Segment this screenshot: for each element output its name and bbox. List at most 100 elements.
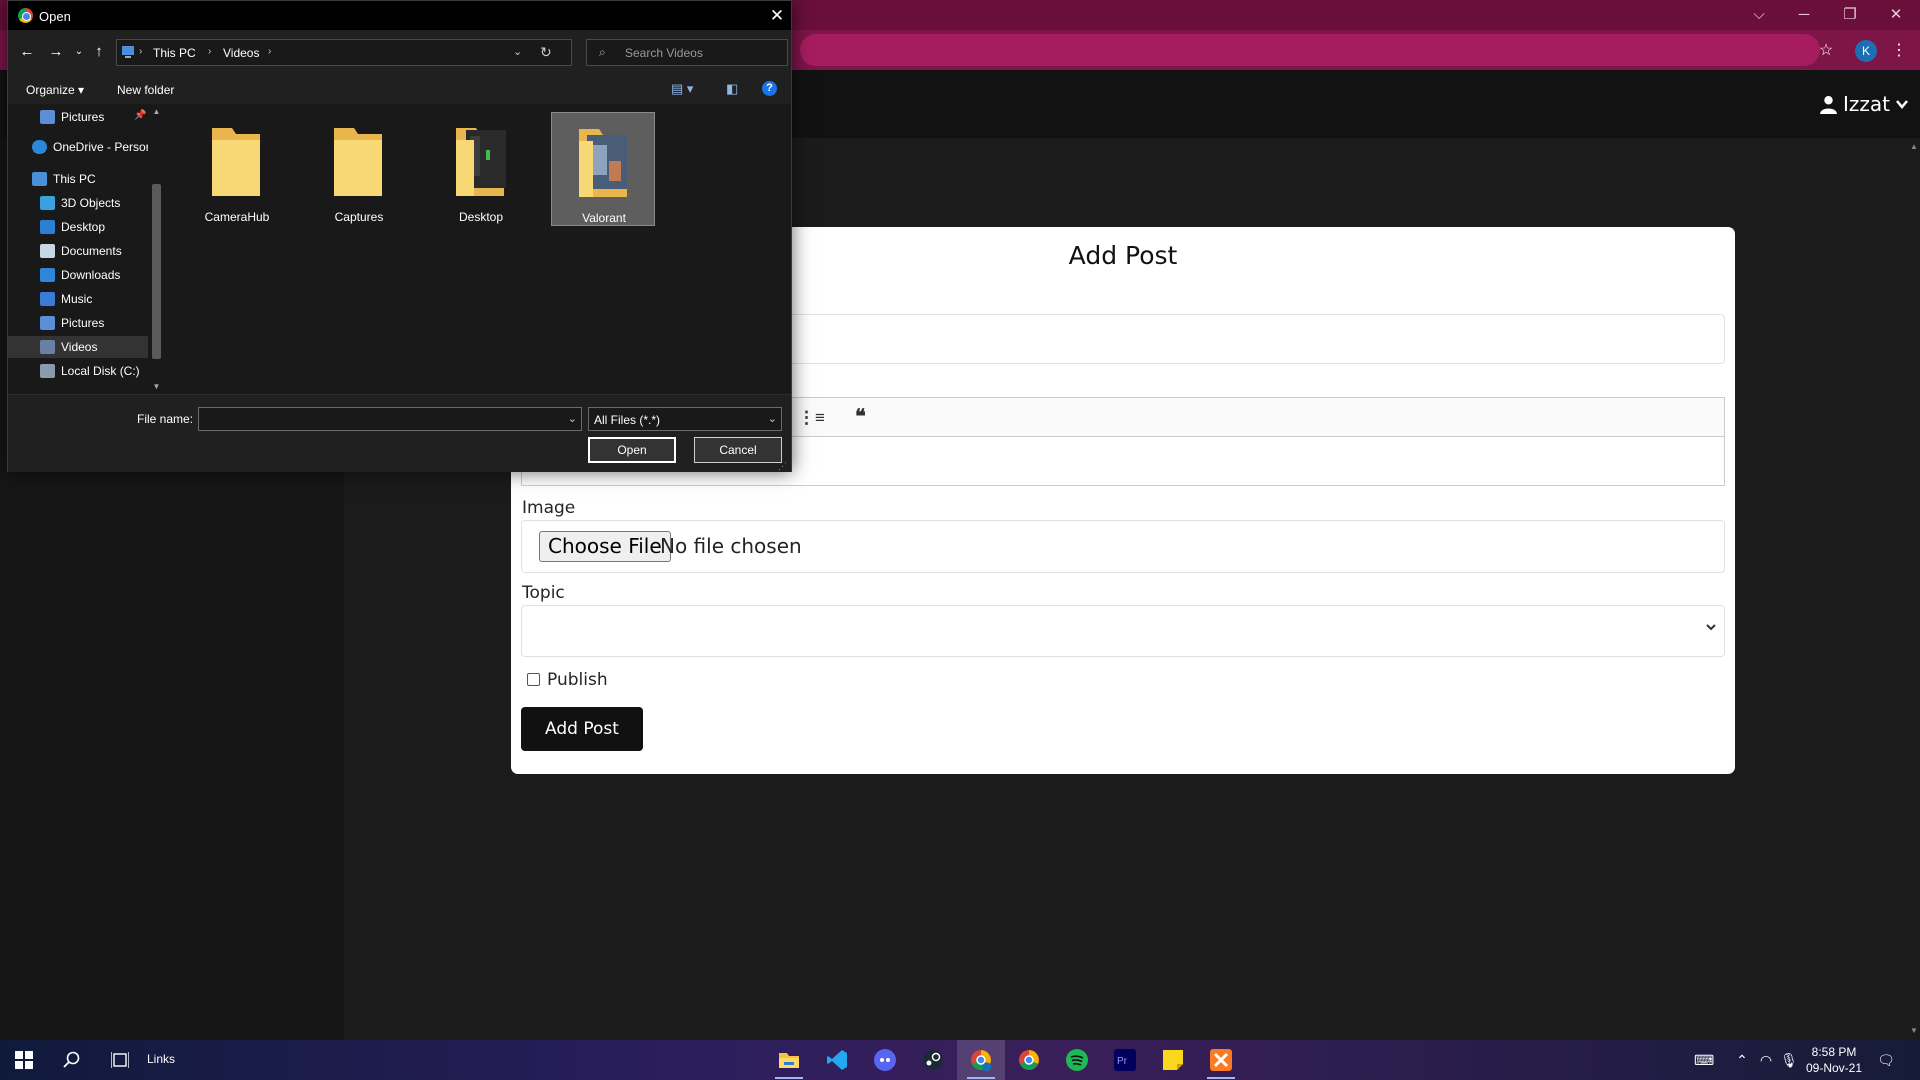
taskbar-discord[interactable] [861, 1040, 909, 1080]
taskbar-file-explorer[interactable] [765, 1040, 813, 1080]
microphone-icon[interactable]: 🎙 [1779, 1050, 1799, 1070]
chevron-down-icon[interactable]: ⌄ [568, 412, 577, 425]
restore-button[interactable]: ❐ [1828, 3, 1872, 27]
topic-select[interactable] [521, 605, 1725, 657]
nav-item-label: Pictures [61, 316, 105, 330]
sticky-notes-icon [1163, 1050, 1183, 1070]
help-icon[interactable]: ? [762, 81, 777, 96]
close-icon[interactable]: ✕ [766, 5, 788, 27]
nav-item-pictures[interactable]: Pictures [8, 312, 148, 334]
nav-item-documents[interactable]: Documents [8, 240, 148, 262]
scroll-down-icon[interactable]: ▼ [1909, 1026, 1919, 1036]
nav-item-label: Downloads [61, 268, 121, 282]
nav-item-videos[interactable]: Videos [8, 336, 148, 358]
new-folder-button[interactable]: New folder [117, 83, 174, 97]
breadcrumb-this-pc[interactable]: This PC [153, 46, 196, 60]
preview-pane-icon[interactable]: ◧ [726, 81, 738, 97]
nav-item-label: This PC [53, 172, 96, 186]
scroll-up-icon[interactable]: ▲ [1909, 142, 1919, 152]
nav-item-desktop[interactable]: Desktop [8, 216, 148, 238]
publish-label: Publish [547, 670, 608, 690]
address-breadcrumb[interactable]: › This PC › Videos › ⌄ ↻ [116, 39, 572, 66]
taskbar-clock[interactable]: 8:58 PM 09-Nov-21 [1798, 1044, 1870, 1076]
clock-time: 8:58 PM [1811, 1045, 1857, 1059]
nav-item-music[interactable]: Music [8, 288, 148, 310]
back-arrow-icon[interactable]: ← [16, 41, 38, 63]
task-view-button[interactable] [96, 1040, 144, 1080]
organize-button[interactable]: Organize ▾ [26, 83, 84, 97]
open-button[interactable]: Open [588, 437, 676, 463]
dialog-footer: File name: ⌄ All Files (*.*) ⌄ Open Canc… [8, 394, 791, 472]
nav-item-label: OneDrive - Persor [53, 140, 148, 154]
star-icon[interactable]: ☆ [1815, 40, 1837, 62]
nav-item-pictures-quick[interactable]: Pictures 📌 [8, 106, 148, 128]
chrome-icon [1019, 1050, 1039, 1070]
cancel-button[interactable]: Cancel [694, 437, 782, 463]
folder-item[interactable]: Desktop [429, 112, 533, 226]
links-toolbar[interactable]: Links [147, 1052, 175, 1066]
forward-arrow-icon[interactable]: → [45, 41, 67, 63]
taskbar-steam[interactable] [909, 1040, 957, 1080]
nav-item-3d-objects[interactable]: 3D Objects [8, 192, 148, 214]
user-menu[interactable]: Izzat [1820, 90, 1908, 118]
taskbar-chrome[interactable] [1005, 1040, 1053, 1080]
notifications-icon[interactable]: 🗨 [1876, 1050, 1896, 1070]
up-arrow-icon[interactable]: ↑ [88, 41, 110, 63]
taskbar-vscode[interactable] [813, 1040, 861, 1080]
this-pc-icon [122, 46, 134, 58]
nav-item-this-pc[interactable]: This PC [8, 168, 148, 190]
organize-label: Organize [26, 83, 75, 97]
scroll-down-icon[interactable]: ▼ [152, 382, 161, 391]
close-window-button[interactable]: ✕ [1874, 3, 1918, 27]
open-file-dialog: Open ✕ ← → ⌄ ↑ › This PC › Videos › ⌄ ↻ … [7, 0, 792, 472]
publish-checkbox[interactable] [527, 673, 540, 686]
start-button[interactable] [0, 1040, 48, 1080]
taskbar-xampp[interactable] [1197, 1040, 1245, 1080]
taskbar-chrome-profile[interactable] [957, 1040, 1005, 1080]
navigation-scrollbar[interactable]: ▲ ▼ [148, 104, 165, 394]
pictures-icon [40, 316, 55, 330]
numbered-list-icon[interactable]: ⋮≡ [798, 408, 825, 428]
quote-icon[interactable]: ❝ [855, 404, 866, 429]
minimize-button[interactable]: ─ [1782, 3, 1826, 27]
file-name-label: File name: [137, 412, 194, 426]
file-type-select[interactable]: All Files (*.*) ⌄ [588, 407, 782, 431]
taskbar-sticky-notes[interactable] [1149, 1040, 1197, 1080]
folder-item[interactable]: Captures [307, 112, 411, 226]
profile-avatar[interactable]: K [1855, 40, 1877, 62]
chevron-up-icon[interactable]: ⌃ [1732, 1050, 1752, 1070]
keyboard-layout-icon[interactable]: ⌨ [1694, 1050, 1714, 1070]
spotify-icon [1066, 1049, 1088, 1071]
file-name-input[interactable]: ⌄ [198, 407, 582, 431]
folder-item-selected[interactable]: Valorant [551, 112, 655, 226]
search-box[interactable]: ⌕ Search Videos [586, 39, 788, 66]
search-icon: ⌕ [599, 45, 606, 59]
add-post-button[interactable]: Add Post [521, 707, 643, 751]
refresh-icon[interactable]: ↻ [540, 44, 552, 61]
nav-item-label: Local Disk (C:) [61, 364, 140, 378]
steam-icon [923, 1050, 943, 1070]
taskbar-spotify[interactable] [1053, 1040, 1101, 1080]
scroll-up-icon[interactable]: ▲ [152, 107, 161, 116]
3d-objects-icon [40, 196, 55, 210]
view-options-icon[interactable]: ▤ ▾ [671, 81, 693, 97]
breadcrumb-videos[interactable]: Videos [223, 46, 259, 60]
taskbar-premiere[interactable]: Pr [1101, 1040, 1149, 1080]
folder-icon [456, 128, 506, 196]
nav-item-downloads[interactable]: Downloads [8, 264, 148, 286]
page-scrollbar[interactable]: ▲ ▼ [1908, 138, 1920, 1040]
folder-item[interactable]: CameraHub [185, 112, 289, 226]
choose-file-button[interactable]: Choose File [539, 531, 671, 562]
this-pc-icon [32, 172, 47, 186]
network-icon[interactable]: ◠ [1756, 1050, 1776, 1070]
scroll-thumb[interactable] [152, 184, 161, 359]
search-button[interactable] [48, 1040, 96, 1080]
nav-item-local-disk[interactable]: Local Disk (C:) [8, 360, 148, 382]
nav-item-onedrive[interactable]: OneDrive - Persor [8, 136, 148, 158]
address-bar[interactable] [800, 34, 1820, 66]
resize-grip-icon[interactable]: ⋰ [778, 461, 787, 472]
address-dropdown-icon[interactable]: ⌄ [513, 45, 522, 58]
recent-locations-icon[interactable]: ⌄ [68, 41, 90, 63]
tab-search-icon[interactable]: ⌵ [1737, 3, 1781, 27]
kebab-menu-icon[interactable]: ⋮ [1888, 40, 1910, 62]
